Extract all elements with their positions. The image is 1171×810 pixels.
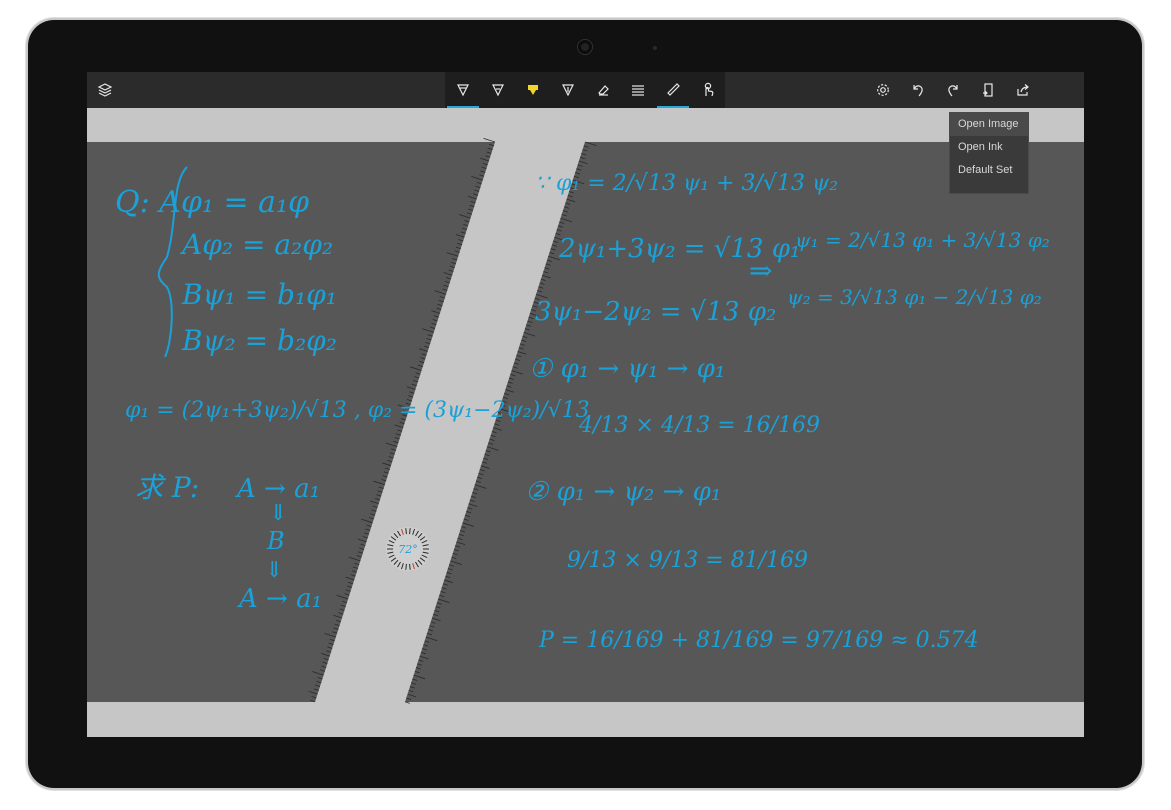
app-toolbar — [87, 72, 1084, 108]
sensor-dot — [653, 46, 657, 50]
open-file-icon[interactable] — [970, 72, 1006, 108]
pencil-icon[interactable] — [480, 72, 516, 108]
bottom-margin-strip — [87, 702, 1084, 737]
ruler-icon[interactable] — [655, 72, 691, 108]
app-screen: 72° Q: Aφ₁ = a₁φ Aφ₂ = a₂φ₂ Bψ₁ = b₁φ₁ B… — [87, 72, 1084, 737]
open-menu: Open Image Open Ink Default Set — [949, 112, 1029, 194]
eraser-icon[interactable] — [585, 72, 621, 108]
top-margin-strip — [87, 108, 1084, 142]
menu-item-default-set[interactable]: Default Set — [950, 159, 1028, 182]
menu-item-open-ink[interactable]: Open Ink — [950, 136, 1028, 159]
ink-canvas[interactable] — [87, 142, 1084, 702]
menu-item-open-image[interactable]: Open Image — [950, 113, 1028, 136]
layers-icon[interactable] — [87, 72, 123, 108]
calligraphy-pen-icon[interactable] — [550, 72, 586, 108]
share-icon[interactable] — [1005, 72, 1041, 108]
touch-writing-icon[interactable] — [690, 72, 726, 108]
undo-icon[interactable] — [900, 72, 936, 108]
gear-icon[interactable] — [865, 72, 901, 108]
highlighter-icon[interactable] — [515, 72, 551, 108]
inking-tool-group — [445, 72, 725, 108]
camera-icon — [578, 40, 592, 54]
ballpoint-pen-icon[interactable] — [445, 72, 481, 108]
redo-icon[interactable] — [935, 72, 971, 108]
lines-icon[interactable] — [620, 72, 656, 108]
